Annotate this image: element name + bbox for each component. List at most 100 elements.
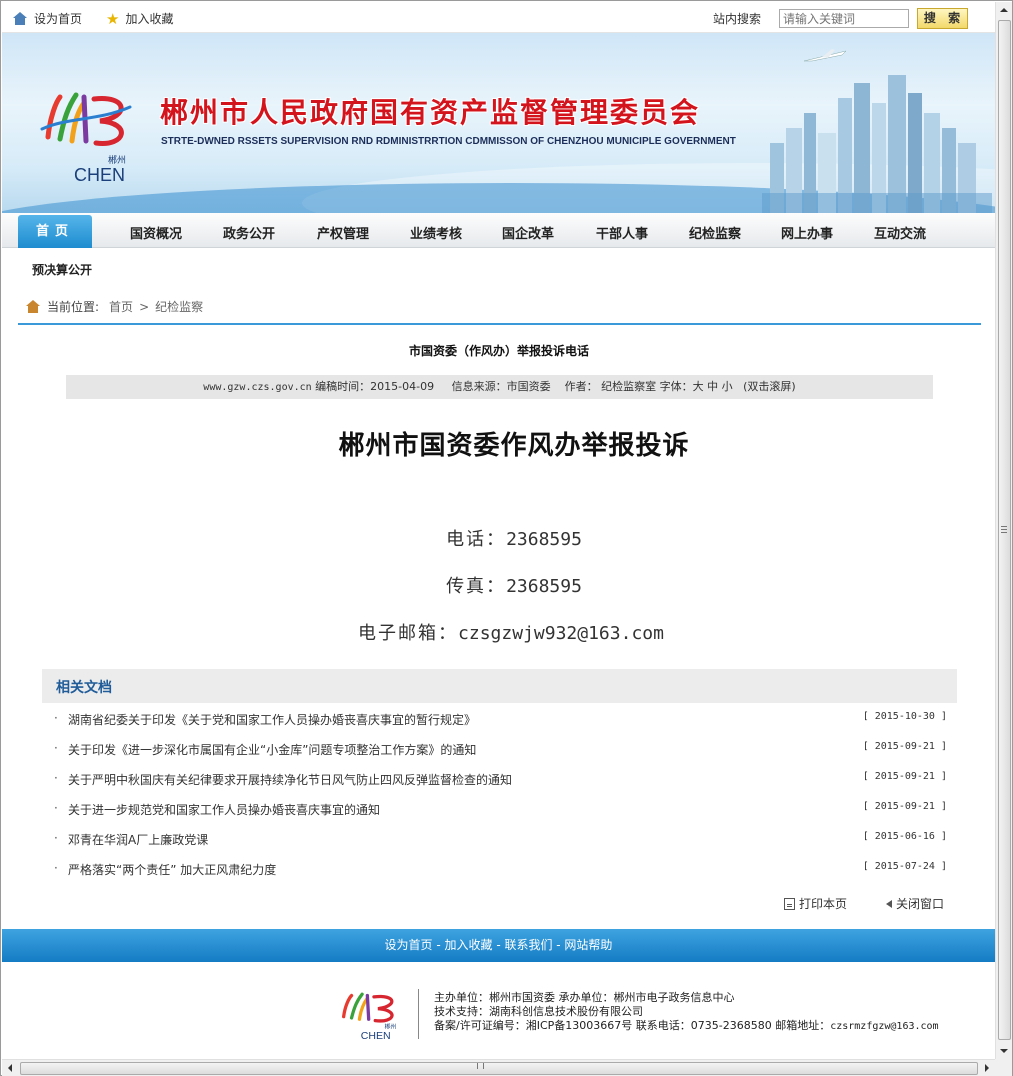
svg-text:郴州: 郴州 (384, 1022, 396, 1030)
related-docs-list: · 湖南省纪委关于印发《关于党和国家工作人员操办婚丧喜庆事宜的暂行规定》[ 201… (42, 703, 957, 883)
scroll-toggle[interactable]: (双击滚屏) (743, 380, 796, 393)
horizontal-scrollbar[interactable] (2, 1059, 995, 1076)
airplane-icon (803, 49, 847, 62)
divider (18, 323, 981, 325)
breadcrumb-label: 当前位置: (47, 300, 100, 314)
fax-line: 传真：2368595 (1, 572, 1013, 598)
footer-logo: 郴州 CHEN (342, 992, 396, 1041)
scroll-up-icon[interactable] (1000, 8, 1008, 12)
site-subtitle: STRTE-DWNED RSSETS SUPERVISION RND RDMIN… (161, 136, 736, 147)
add-favorite-label[interactable]: 加入收藏 (125, 10, 173, 27)
fax-number: 2368595 (506, 576, 582, 597)
vertical-scrollbar[interactable] (995, 2, 1012, 1059)
list-item[interactable]: · 关于进一步规范党和国家工作人员操办婚丧喜庆事宜的通知[ 2015-09-21 … (42, 793, 957, 823)
footer-info: 主办单位：郴州市国资委 承办单位：郴州市电子政务信息中心 技术支持：湖南科创信息… (434, 991, 939, 1034)
print-page-button[interactable]: 打印本页 (784, 895, 847, 912)
list-item[interactable]: · 邓青在华润A厂上廉政党课[ 2015-06-16 ] (42, 823, 957, 853)
svg-text:CHEN: CHEN (74, 165, 125, 185)
footer-license: 备案/许可证编号：湘ICP备13003667号 联系电话：0735-236858… (434, 1019, 939, 1032)
footer-divider (418, 989, 419, 1039)
scroll-left-icon[interactable] (8, 1064, 12, 1072)
chenzhou-logo: 郴州 CHEN (40, 92, 132, 185)
breadcrumb-separator: > (139, 299, 150, 314)
phone-line: 电话：2368595 (1, 525, 1013, 551)
nav-item-property-rights[interactable]: 产权管理 (317, 223, 369, 242)
nav-item-performance[interactable]: 业绩考核 (410, 223, 462, 242)
scroll-right-icon[interactable] (985, 1064, 989, 1072)
nav-item-government-affairs[interactable]: 政务公开 (223, 223, 275, 242)
print-icon (784, 897, 795, 910)
breadcrumb-home[interactable]: 首页 (109, 298, 133, 315)
related-docs-header: 相关文档 (42, 669, 957, 703)
fax-label: 传真： (446, 576, 507, 597)
add-favorite-link[interactable]: ★ 加入收藏 (106, 10, 173, 27)
footer-sponsor: 主办单位：郴州市国资委 承办单位：郴州市电子政务信息中心 (434, 991, 735, 1004)
related-doc-title[interactable]: 湖南省纪委关于印发《关于党和国家工作人员操办婚丧喜庆事宜的暂行规定》 (68, 711, 476, 728)
related-doc-title[interactable]: 邓青在华润A厂上廉政党课 (68, 831, 208, 848)
close-window-button[interactable]: 关闭窗口 (886, 895, 944, 912)
scroll-down-icon[interactable] (1000, 1049, 1008, 1053)
nav-item-discipline[interactable]: 纪检监察 (689, 223, 741, 242)
meta-author: 作者： 纪检监察室 (564, 380, 657, 393)
header-banner: 郴州 CHEN 郴州市人民政府国有资产监督管理委员会 STRTE-DWNED R… (2, 33, 995, 213)
home-icon (25, 299, 41, 314)
nav-item-overview[interactable]: 国资概况 (130, 223, 182, 242)
scrollbar-corner (995, 1059, 1012, 1076)
footer-links[interactable]: 设为首页 - 加入收藏 - 联系我们 - 网站帮助 (2, 929, 995, 962)
footer-tech-support: 技术支持：湖南科创信息技术股份有限公司 (434, 1005, 643, 1018)
print-label[interactable]: 打印本页 (799, 895, 847, 912)
breadcrumb-current[interactable]: 纪检监察 (155, 298, 203, 315)
related-docs-title: 相关文档 (56, 680, 112, 696)
top-bar: 设为首页 ★ 加入收藏 站内搜索 搜 索 (2, 2, 995, 33)
meta-source: 信息来源：市国资委 (451, 380, 551, 393)
phone-label: 电话： (446, 529, 507, 550)
phone-number: 2368595 (506, 529, 582, 550)
related-doc-date: [ 2015-07-24 ] (862, 861, 947, 872)
home-icon (12, 11, 28, 26)
list-item[interactable]: · 关于严明中秋国庆有关纪律要求开展持续净化节日风气防止四风反弹监督检查的通知[ … (42, 763, 957, 793)
list-item[interactable]: · 严格落实“两个责任” 加大正风肃纪力度[ 2015-07-24 ] (42, 853, 957, 883)
main-nav: 首页 国资概况 政务公开 产权管理 业绩考核 国企改革 干部人事 纪检监察 网上… (2, 213, 995, 248)
email-address: czsgzwjw932@163.com (458, 623, 664, 644)
meta-time: 编稿时间：2015-04-09 (315, 380, 435, 393)
list-item[interactable]: · 湖南省纪委关于印发《关于党和国家工作人员操办婚丧喜庆事宜的暂行规定》[ 201… (42, 703, 957, 733)
related-doc-title[interactable]: 关于印发《进一步深化市属国有企业“小金库”问题专项整治工作方案》的通知 (68, 741, 476, 758)
nav-item-personnel[interactable]: 干部人事 (596, 223, 648, 242)
nav-item-home[interactable]: 首页 (18, 215, 92, 248)
svg-text:CHEN: CHEN (361, 1030, 391, 1041)
related-doc-date: [ 2015-09-21 ] (862, 801, 947, 812)
article-title: 市国资委（作风办）举报投诉电话 (408, 344, 589, 358)
article-headline: 郴州市国资委作风办举报投诉 (338, 431, 690, 461)
search-label: 站内搜索 (713, 12, 762, 26)
search-input[interactable] (779, 9, 909, 28)
site-title: 郴州市人民政府国有资产监督管理委员会 (160, 96, 701, 129)
font-size-toggle[interactable]: 字体：大 中 小 (660, 380, 733, 393)
sub-nav-budget[interactable]: 预决算公开 (32, 261, 92, 278)
nav-item-soe-reform[interactable]: 国企改革 (502, 223, 554, 242)
email-line: 电子邮箱：czsgzwjw932@163.com (0, 619, 1013, 645)
star-icon: ★ (106, 9, 120, 28)
nav-item-online-services[interactable]: 网上办事 (781, 223, 833, 242)
related-doc-title[interactable]: 严格落实“两个责任” 加大正风肃纪力度 (68, 861, 276, 878)
related-doc-date: [ 2015-06-16 ] (862, 831, 947, 842)
related-doc-title[interactable]: 关于严明中秋国庆有关纪律要求开展持续净化节日风气防止四风反弹监督检查的通知 (68, 771, 512, 788)
article-meta: www.gzw.czs.gov.cn 编稿时间：2015-04-09 信息来源：… (66, 375, 933, 399)
related-doc-date: [ 2015-10-30 ] (862, 711, 947, 722)
list-item[interactable]: · 关于印发《进一步深化市属国有企业“小金库”问题专项整治工作方案》的通知[ 20… (42, 733, 957, 763)
related-doc-date: [ 2015-09-21 ] (862, 771, 947, 782)
set-home-label[interactable]: 设为首页 (34, 10, 82, 27)
meta-site: www.gzw.czs.gov.cn (203, 382, 312, 393)
browser-window: 设为首页 ★ 加入收藏 站内搜索 搜 索 郴州 CHEN 郴州市人民政府国有资产… (0, 0, 1013, 1076)
footer-email: czsrmzfgzw@163.com (830, 1021, 939, 1032)
nav-item-interaction[interactable]: 互动交流 (874, 223, 926, 242)
email-label: 电子邮箱： (358, 623, 459, 644)
close-label[interactable]: 关闭窗口 (896, 895, 944, 912)
city-skyline (762, 75, 992, 213)
arrow-left-icon (886, 899, 892, 908)
search-button[interactable]: 搜 索 (917, 8, 968, 29)
related-doc-title[interactable]: 关于进一步规范党和国家工作人员操办婚丧喜庆事宜的通知 (68, 801, 380, 818)
related-doc-date: [ 2015-09-21 ] (862, 741, 947, 752)
set-home-link[interactable]: 设为首页 (12, 10, 82, 27)
scrollbar-thumb[interactable] (20, 1062, 978, 1075)
breadcrumb: 当前位置: 首页 > 纪检监察 (25, 298, 203, 315)
